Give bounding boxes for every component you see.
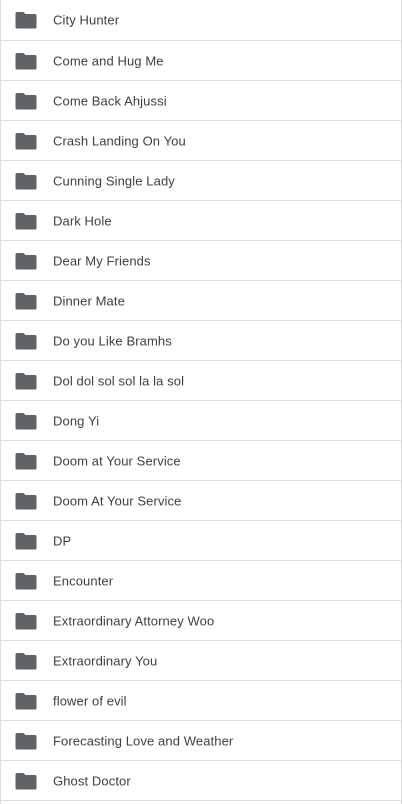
folder-icon xyxy=(15,212,37,230)
folder-icon xyxy=(15,532,37,550)
folder-name: Cunning Single Lady xyxy=(53,173,175,188)
folder-row[interactable]: Dark Hole xyxy=(1,201,401,241)
folder-name: Encounter xyxy=(53,573,114,588)
folder-row[interactable]: flower of evil xyxy=(1,681,401,721)
folder-name: DP xyxy=(53,533,72,548)
folder-icon xyxy=(15,612,37,630)
folder-row[interactable]: Dol dol sol sol la la sol xyxy=(1,361,401,401)
folder-name: Forecasting Love and Weather xyxy=(53,733,234,748)
folder-list-panel: City Hunter Come and Hug Me Come Back Ahju… xyxy=(0,0,402,804)
folder-row[interactable]: Dong Yi xyxy=(1,401,401,441)
folder-row[interactable]: Crash Landing On You xyxy=(1,121,401,161)
folder-row[interactable]: Come Back Ahjussi xyxy=(1,81,401,121)
folder-icon xyxy=(15,692,37,710)
folder-name: Doom at Your Service xyxy=(53,453,181,468)
folder-row[interactable]: Dear My Friends xyxy=(1,241,401,281)
folder-name: Doom At Your Service xyxy=(53,493,182,508)
folder-row[interactable]: Encounter xyxy=(1,561,401,601)
folder-row[interactable]: Do you Like Bramhs xyxy=(1,321,401,361)
folder-icon xyxy=(15,332,37,350)
folder-name: Crash Landing On You xyxy=(53,133,186,148)
folder-name: Come and Hug Me xyxy=(53,53,164,68)
folder-icon xyxy=(15,92,37,110)
folder-name: Do you Like Bramhs xyxy=(53,333,172,348)
folder-icon xyxy=(15,172,37,190)
folder-icon xyxy=(15,492,37,510)
folder-icon xyxy=(15,772,37,790)
folder-row[interactable]: Dinner Mate xyxy=(1,281,401,321)
folder-row[interactable]: City Hunter xyxy=(1,0,401,41)
folder-row[interactable]: Extraordinary You xyxy=(1,641,401,681)
folder-name: Come Back Ahjussi xyxy=(53,93,167,108)
folder-name: Ghost Doctor xyxy=(53,773,131,788)
folder-row[interactable]: Come and Hug Me xyxy=(1,41,401,81)
folder-icon xyxy=(15,292,37,310)
folder-row[interactable]: Doom At Your Service xyxy=(1,481,401,521)
folder-row[interactable]: Doom at Your Service xyxy=(1,441,401,481)
folder-icon xyxy=(15,652,37,670)
folder-icon xyxy=(15,452,37,470)
folder-icon xyxy=(15,11,37,29)
folder-name: Dear My Friends xyxy=(53,253,151,268)
folder-name: Dinner Mate xyxy=(53,293,125,308)
folder-icon xyxy=(15,572,37,590)
folder-list: City Hunter Come and Hug Me Come Back Ahju… xyxy=(1,0,401,801)
folder-name: flower of evil xyxy=(53,693,127,708)
folder-name: Dark Hole xyxy=(53,213,112,228)
folder-icon xyxy=(15,412,37,430)
folder-row[interactable]: Ghost Doctor xyxy=(1,761,401,801)
folder-row[interactable]: Cunning Single Lady xyxy=(1,161,401,201)
folder-icon xyxy=(15,132,37,150)
folder-row[interactable]: Forecasting Love and Weather xyxy=(1,721,401,761)
folder-icon xyxy=(15,52,37,70)
folder-icon xyxy=(15,372,37,390)
folder-name: Extraordinary Attorney Woo xyxy=(53,613,215,628)
folder-icon xyxy=(15,252,37,270)
folder-icon xyxy=(15,732,37,750)
folder-name: City Hunter xyxy=(53,12,120,28)
folder-name: Dong Yi xyxy=(53,413,100,428)
folder-name: Dol dol sol sol la la sol xyxy=(53,373,185,388)
folder-row[interactable]: Extraordinary Attorney Woo xyxy=(1,601,401,641)
folder-name: Extraordinary You xyxy=(53,653,158,668)
folder-row[interactable]: DP xyxy=(1,521,401,561)
